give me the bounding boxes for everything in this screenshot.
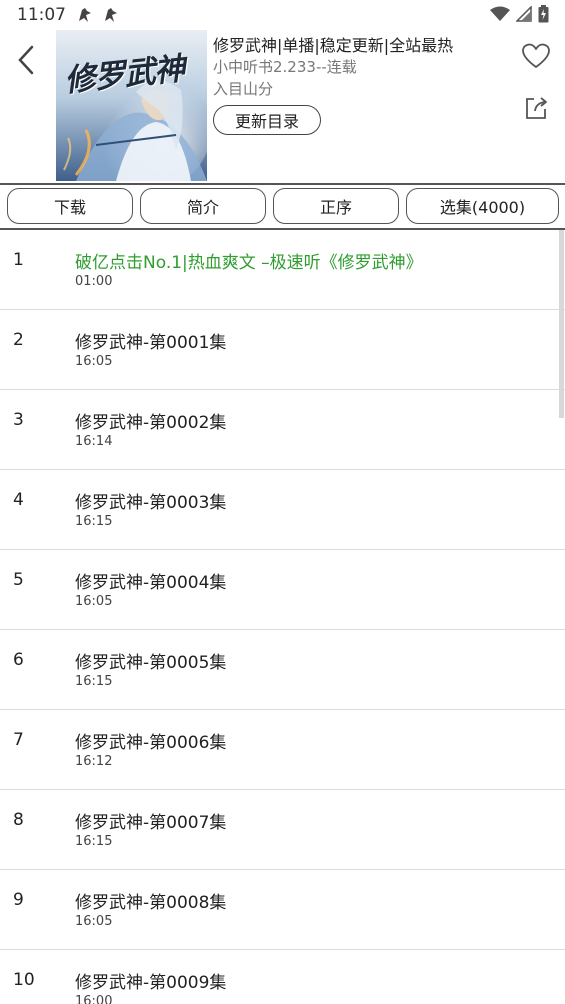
- book-subtitle: 小中听书2.233--连载: [213, 58, 357, 76]
- download-button[interactable]: 下载: [7, 188, 133, 224]
- episode-duration: 16:15: [75, 834, 113, 849]
- action-tabs: 下载 简介 正序 选集(4000): [0, 186, 565, 228]
- episode-title: 修罗武神-第0002集: [75, 413, 227, 433]
- bird-notification-icon: [79, 8, 91, 22]
- episode-duration: 16:15: [75, 674, 113, 689]
- episode-duration: 16:05: [75, 354, 113, 369]
- header-divider: [0, 183, 565, 185]
- heart-icon: [522, 43, 550, 68]
- episode-row[interactable]: 8 修罗武神-第0007集 16:15: [0, 790, 565, 870]
- episode-row[interactable]: 4 修罗武神-第0003集 16:15: [0, 470, 565, 550]
- book-header: 修罗武神 修罗武神|单播|稳定更新|全站最热 小中听书2.233--连载 入目山…: [0, 30, 565, 182]
- episode-title: 修罗武神-第0007集: [75, 813, 227, 833]
- signal-icon: [516, 6, 532, 22]
- episode-number: 7: [13, 730, 24, 750]
- episode-title: 修罗武神-第0004集: [75, 573, 227, 593]
- list-scrollbar[interactable]: [559, 230, 564, 418]
- episode-select-button[interactable]: 选集(4000): [406, 188, 559, 224]
- status-bar: 11:07: [0, 0, 565, 30]
- episode-row[interactable]: 9 修罗武神-第0008集 16:05: [0, 870, 565, 950]
- episode-title: 修罗武神-第0003集: [75, 493, 227, 513]
- episode-title: 修罗武神-第0001集: [75, 333, 227, 353]
- episode-duration: 16:00: [75, 994, 113, 1004]
- episode-duration: 01:00: [75, 274, 113, 289]
- episode-number: 3: [13, 410, 24, 430]
- episode-title: 修罗武神-第0006集: [75, 733, 227, 753]
- episode-row[interactable]: 2 修罗武神-第0001集 16:05: [0, 310, 565, 390]
- update-catalog-button[interactable]: 更新目录: [213, 105, 321, 135]
- episode-list[interactable]: 1 破亿点击No.1|热血爽文 –极速听《修罗武神》 01:00 2 修罗武神-…: [0, 230, 565, 1004]
- sort-order-button[interactable]: 正序: [273, 188, 399, 224]
- episode-number: 6: [13, 650, 24, 670]
- chevron-left-icon: [18, 45, 34, 75]
- episode-number: 1: [13, 250, 24, 270]
- episode-duration: 16:15: [75, 514, 113, 529]
- status-notification-icons: [76, 6, 120, 24]
- battery-icon: [538, 5, 549, 23]
- back-button[interactable]: [10, 42, 42, 78]
- bird-notification-icon: [105, 8, 117, 22]
- episode-number: 5: [13, 570, 24, 590]
- episode-number: 9: [13, 890, 24, 910]
- book-cover-image[interactable]: 修罗武神: [56, 30, 207, 181]
- status-system-icons: [490, 5, 549, 23]
- episode-duration: 16:05: [75, 914, 113, 929]
- episode-number: 8: [13, 810, 24, 830]
- episode-duration: 16:05: [75, 594, 113, 609]
- share-button[interactable]: [522, 94, 550, 122]
- episode-number: 2: [13, 330, 24, 350]
- episode-duration: 16:14: [75, 434, 113, 449]
- intro-button[interactable]: 简介: [140, 188, 266, 224]
- episode-title: 修罗武神-第0009集: [75, 973, 227, 993]
- episode-row[interactable]: 5 修罗武神-第0004集 16:05: [0, 550, 565, 630]
- status-time: 11:07: [17, 5, 66, 25]
- wifi-icon: [490, 6, 510, 21]
- book-title: 修罗武神|单播|稳定更新|全站最热: [213, 36, 454, 55]
- book-author: 入目山分: [213, 80, 274, 98]
- episode-title: 修罗武神-第0005集: [75, 653, 227, 673]
- favorite-button[interactable]: [521, 42, 551, 70]
- episode-row[interactable]: 7 修罗武神-第0006集 16:12: [0, 710, 565, 790]
- episode-title: 修罗武神-第0008集: [75, 893, 227, 913]
- episode-row[interactable]: 10 修罗武神-第0009集 16:00: [0, 950, 565, 1004]
- episode-row[interactable]: 3 修罗武神-第0002集 16:14: [0, 390, 565, 470]
- share-icon: [526, 97, 547, 119]
- episode-number: 10: [13, 970, 35, 990]
- episode-title: 破亿点击No.1|热血爽文 –极速听《修罗武神》: [75, 253, 423, 273]
- episode-number: 4: [13, 490, 24, 510]
- episode-duration: 16:12: [75, 754, 113, 769]
- episode-row[interactable]: 1 破亿点击No.1|热血爽文 –极速听《修罗武神》 01:00: [0, 230, 565, 310]
- episode-row[interactable]: 6 修罗武神-第0005集 16:15: [0, 630, 565, 710]
